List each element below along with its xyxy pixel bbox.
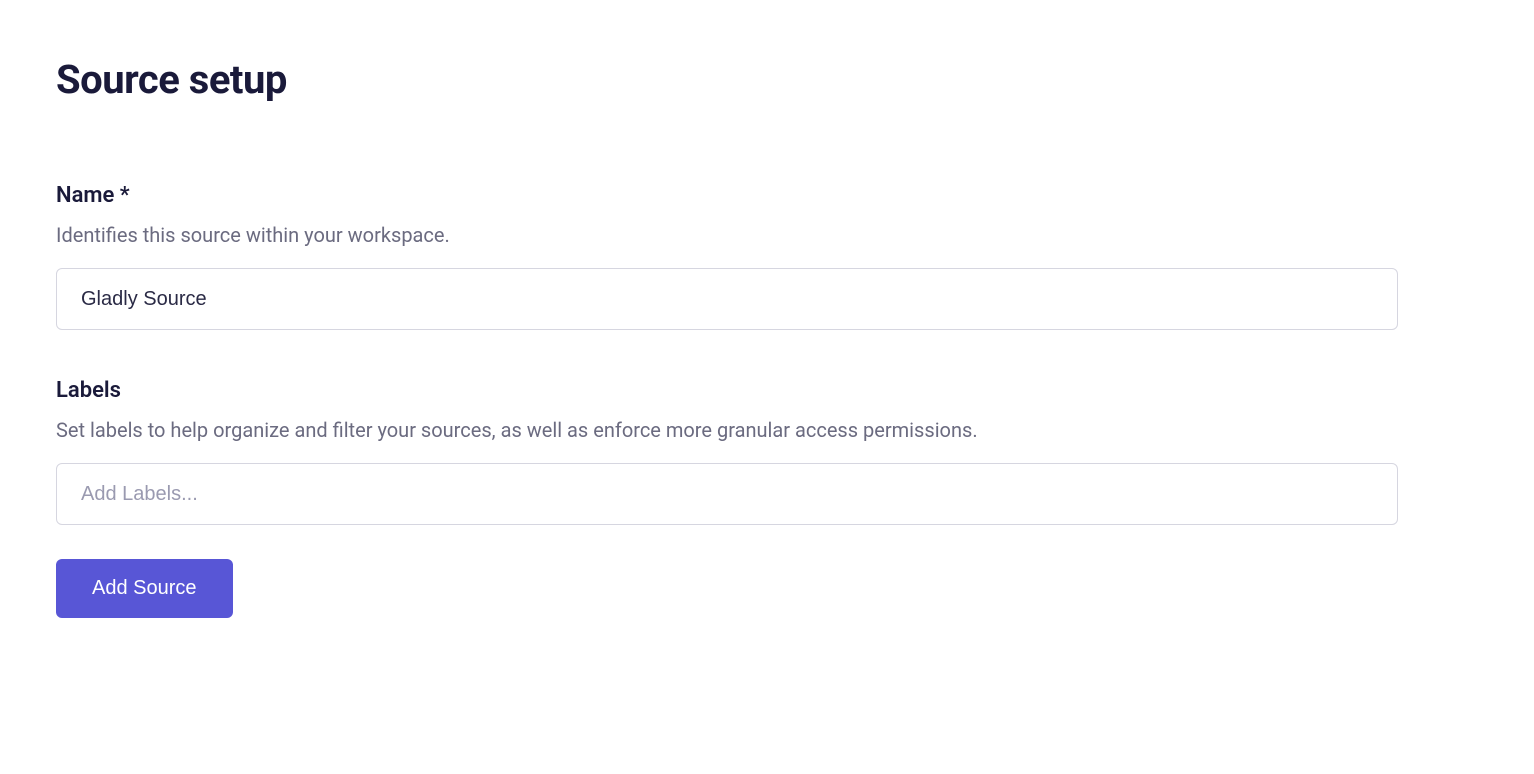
- name-field-group: Name * Identifies this source within you…: [56, 183, 1478, 330]
- page-title: Source setup: [56, 56, 1478, 103]
- name-helper-text: Identifies this source within your works…: [56, 220, 1478, 250]
- labels-helper-text: Set labels to help organize and filter y…: [56, 415, 1478, 445]
- name-input[interactable]: [56, 268, 1398, 330]
- name-label: Name *: [56, 183, 1478, 208]
- labels-input[interactable]: [56, 463, 1398, 525]
- labels-field-group: Labels Set labels to help organize and f…: [56, 378, 1478, 525]
- labels-label: Labels: [56, 378, 1478, 403]
- add-source-button[interactable]: Add Source: [56, 559, 233, 618]
